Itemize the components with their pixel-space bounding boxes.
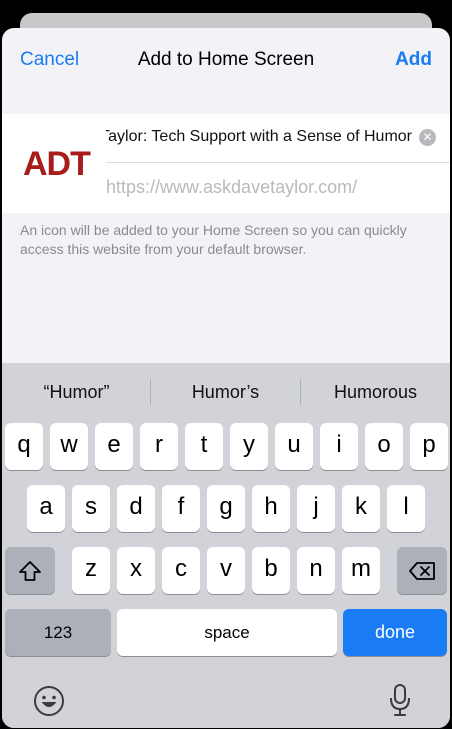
key-u[interactable]: u: [275, 423, 313, 470]
info-text: An icon will be added to your Home Scree…: [20, 222, 407, 257]
add-button[interactable]: Add: [395, 49, 432, 71]
suggestion-1[interactable]: “Humor”: [2, 382, 151, 403]
shift-key[interactable]: [5, 547, 55, 594]
emoji-icon[interactable]: [33, 685, 65, 717]
done-key[interactable]: done: [343, 609, 447, 656]
suggestion-bar: “Humor” Humor’s Humorous: [2, 363, 450, 421]
site-icon: ADT: [20, 126, 104, 202]
key-x[interactable]: x: [117, 547, 155, 594]
key-h[interactable]: h: [252, 485, 290, 532]
name-field-value: Ask Dave Taylor: Tech Support with a Sen…: [106, 128, 412, 145]
suggestion-2[interactable]: Humor’s: [151, 382, 300, 403]
key-t[interactable]: t: [185, 423, 223, 470]
site-icon-label: ADT: [23, 145, 91, 183]
suggestion-3[interactable]: Humorous: [301, 382, 450, 403]
key-v[interactable]: v: [207, 547, 245, 594]
key-i[interactable]: i: [320, 423, 358, 470]
delete-icon: [409, 561, 435, 580]
key-g[interactable]: g: [207, 485, 245, 532]
key-r[interactable]: r: [140, 423, 178, 470]
key-p[interactable]: p: [410, 423, 448, 470]
key-z[interactable]: z: [72, 547, 110, 594]
key-m[interactable]: m: [342, 547, 380, 594]
key-d[interactable]: d: [117, 485, 155, 532]
key-l[interactable]: l: [387, 485, 425, 532]
space-key[interactable]: space: [117, 609, 337, 656]
key-k[interactable]: k: [342, 485, 380, 532]
key-y[interactable]: y: [230, 423, 268, 470]
microphone-icon[interactable]: [388, 682, 412, 718]
key-q[interactable]: q: [5, 423, 43, 470]
key-c[interactable]: c: [162, 547, 200, 594]
key-w[interactable]: w: [50, 423, 88, 470]
name-field[interactable]: Ask Dave Taylor: Tech Support with a Sen…: [106, 114, 450, 163]
key-j[interactable]: j: [297, 485, 335, 532]
bookmark-form: ADT Ask Dave Taylor: Tech Support with a…: [2, 114, 450, 213]
key-e[interactable]: e: [95, 423, 133, 470]
shift-icon: [19, 560, 41, 581]
key-f[interactable]: f: [162, 485, 200, 532]
key-b[interactable]: b: [252, 547, 290, 594]
url-field-value: https://www.askdavetaylor.com/: [106, 177, 358, 197]
key-a[interactable]: a: [27, 485, 65, 532]
sheet-title: Add to Home Screen: [137, 49, 315, 70]
key-n[interactable]: n: [297, 547, 335, 594]
url-field: https://www.askdavetaylor.com/: [106, 164, 450, 213]
nav-bar: Cancel Add to Home Screen Add: [2, 28, 450, 92]
clear-circle-icon[interactable]: ✕: [419, 129, 436, 146]
delete-key[interactable]: [397, 547, 447, 594]
keyboard: “Humor” Humor’s Humorous q w e r t y u i…: [2, 363, 450, 728]
numbers-key[interactable]: 123: [5, 609, 111, 656]
key-s[interactable]: s: [72, 485, 110, 532]
key-o[interactable]: o: [365, 423, 403, 470]
